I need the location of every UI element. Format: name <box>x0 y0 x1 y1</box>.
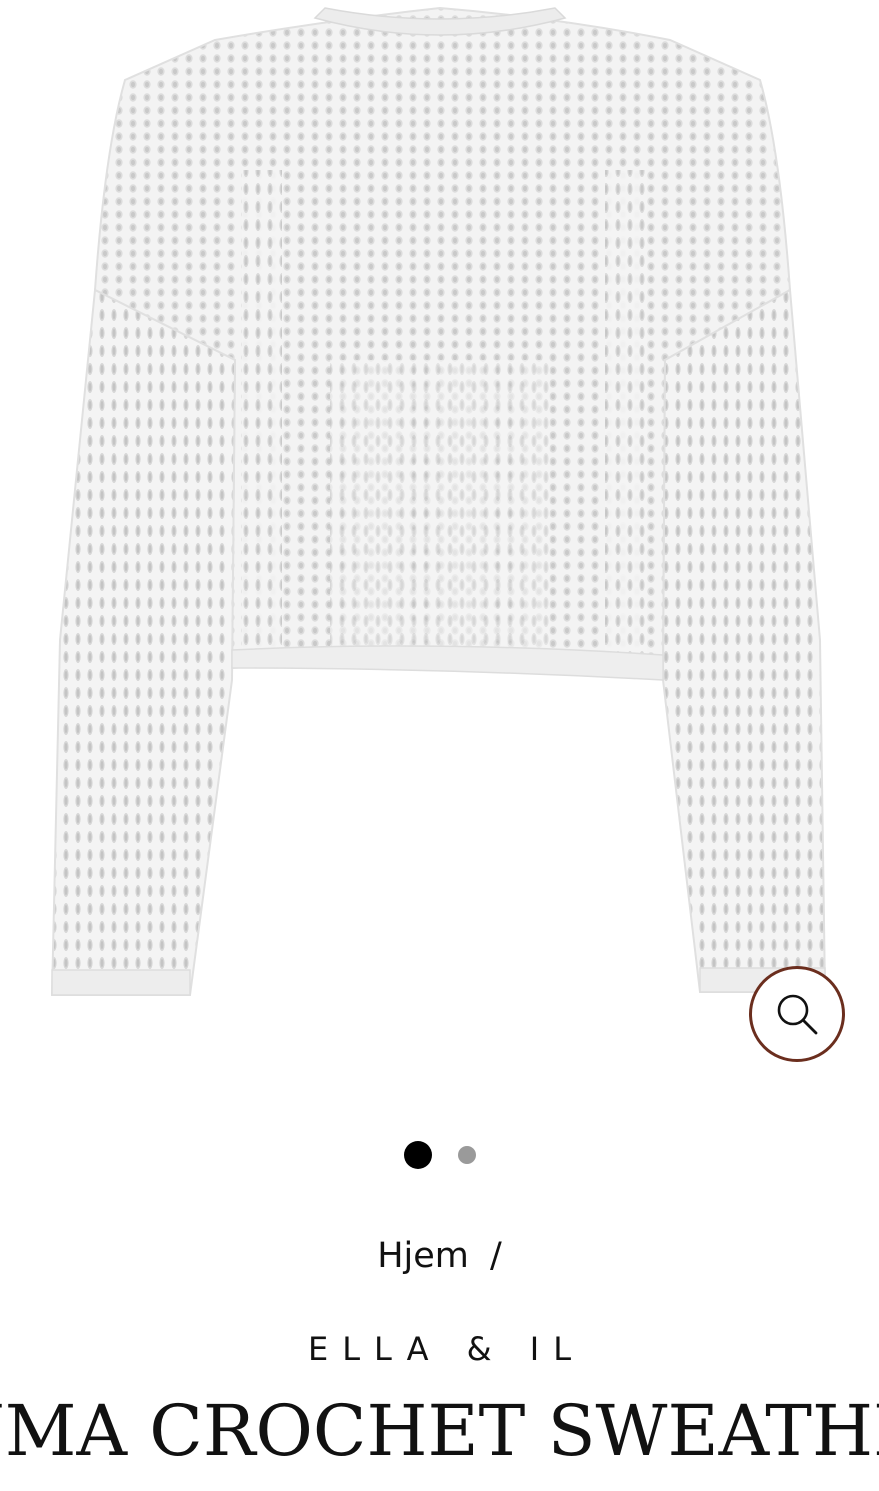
breadcrumb-home-link[interactable]: Hjem <box>377 1236 469 1276</box>
slide-dot-1[interactable] <box>403 1141 432 1169</box>
slide-indicator <box>0 1141 879 1169</box>
product-page: Hjem / ELLA & IL LUMA CROCHET SWEATHER <box>0 0 879 1491</box>
slide-dot-2[interactable] <box>457 1146 476 1164</box>
breadcrumb-separator: / <box>490 1236 502 1276</box>
zoom-button[interactable] <box>749 966 845 1062</box>
search-icon <box>777 994 818 1035</box>
product-title: LUMA CROCHET SWEATHER <box>0 1390 879 1472</box>
product-brand[interactable]: ELLA & IL <box>0 1330 879 1368</box>
product-image[interactable] <box>0 0 879 1090</box>
breadcrumb: Hjem / <box>0 1236 879 1276</box>
